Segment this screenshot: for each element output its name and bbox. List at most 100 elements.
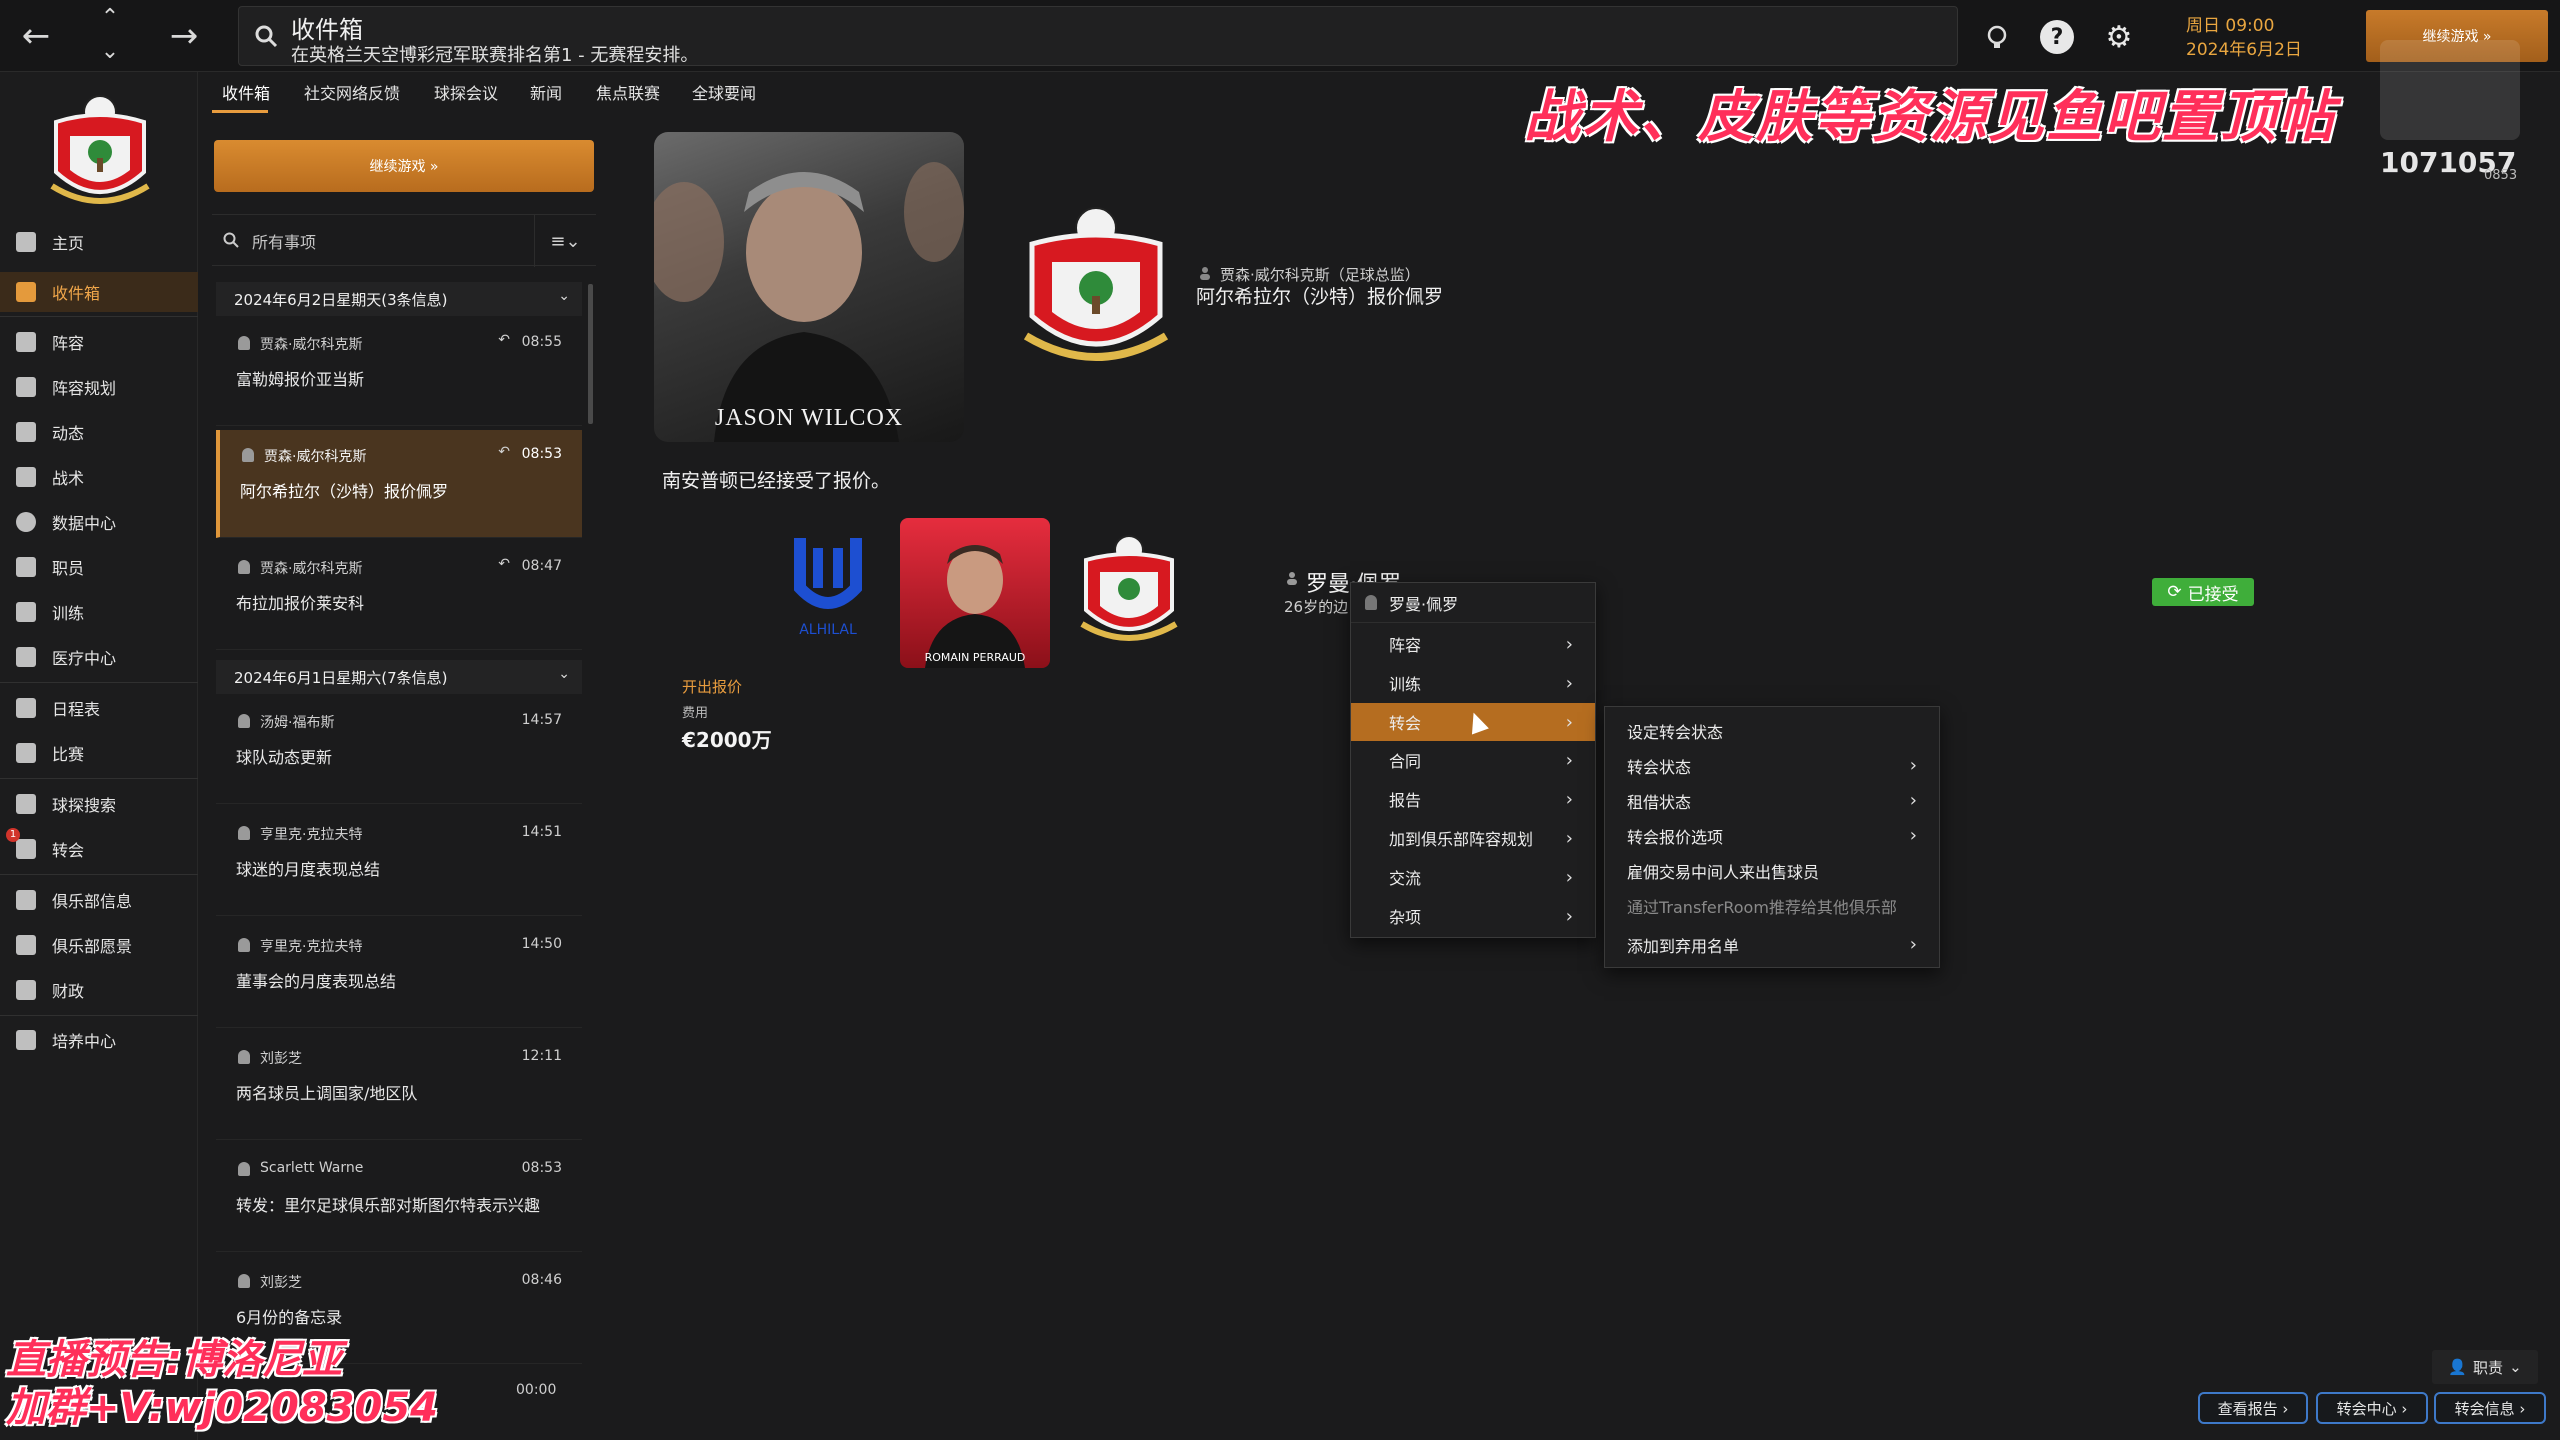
message-item[interactable]: 贾森·威尔科克斯 ↶ 08:47 布拉加报价莱安科 — [216, 542, 582, 650]
message-item[interactable]: 亨里克·克拉夫特 14:50 董事会的月度表现总结 — [216, 920, 582, 1028]
transfer-info-button[interactable]: 转会信息 › — [2434, 1392, 2546, 1424]
search-icon — [223, 232, 239, 248]
sidebar-item-development[interactable]: 培养中心 — [0, 1020, 198, 1060]
chevron-right-icon: › — [1565, 711, 1573, 733]
message-item[interactable]: 贾森·威尔科克斯 ↶ 08:55 富勒姆报价亚当斯 — [216, 318, 582, 426]
message-subject: 董事会的月度表现总结 — [236, 972, 397, 991]
sidebar-item-training[interactable]: 训练 — [0, 592, 198, 632]
inbox-filter[interactable]: 所有事项 ≡⌄ — [212, 214, 596, 267]
chevron-right-icon: › — [1565, 749, 1573, 771]
sidebar-item-label: 转会 — [52, 841, 85, 860]
continue-button[interactable]: 继续游戏 » — [214, 140, 594, 192]
sidebar-item-label: 财政 — [52, 982, 85, 1001]
sidebar-item-club-info[interactable]: 俱乐部信息 — [0, 880, 198, 920]
inbox-scrollbar[interactable] — [588, 284, 593, 424]
sidebar-item-label: 战术 — [52, 469, 85, 488]
message-item[interactable]: 刘彭芝 12:11 两名球员上调国家/地区队 — [216, 1032, 582, 1140]
menu-item-add-to-squad-plan[interactable]: 加到俱乐部阵容规划 › — [1351, 819, 1595, 857]
sidebar-item-inbox[interactable]: 收件箱 — [0, 272, 198, 312]
shirt-icon — [16, 332, 36, 352]
message-item[interactable]: Scarlett Warne 08:53 转发：里尔足球俱乐部对斯图尔特表示兴趣 — [216, 1144, 582, 1252]
sidebar-item-label: 日程表 — [52, 700, 101, 719]
filter-label: 所有事项 — [252, 233, 317, 252]
back-arrow-icon[interactable]: ← — [8, 8, 64, 64]
menu-item-report[interactable]: 报告 › — [1351, 780, 1595, 818]
menu-item-squad[interactable]: 阵容 › — [1351, 625, 1595, 663]
stream-overlay-text: 直播预告:博洛尼亚 加群+V:wj02083054 — [6, 1336, 566, 1432]
status-badge: ⟳ 已接受 — [2152, 578, 2254, 606]
submenu-item-label: 租借状态 — [1627, 792, 1692, 812]
menu-item-misc[interactable]: 杂项 › — [1351, 897, 1595, 935]
message-sender: 刘彭芝 — [260, 1275, 302, 1291]
forward-arrow-icon[interactable]: → — [156, 8, 212, 64]
fee-label: 费用 — [682, 706, 709, 721]
search-bar[interactable]: 收件箱 在英格兰天空博彩冠军联赛排名第1 - 无赛程安排。 — [238, 6, 1958, 66]
sidebar-item-tactics[interactable]: 战术 — [0, 457, 198, 497]
gear-icon[interactable]: ⚙ — [2102, 20, 2136, 55]
sidebar-item-squad[interactable]: 阵容 — [0, 322, 198, 362]
message-item-selected[interactable]: 贾森·威尔科克斯 ↶ 08:53 阿尔希拉尔（沙特）报价佩罗 — [216, 430, 582, 538]
menu-item-label: 阵容 — [1389, 636, 1422, 655]
sidebar-item-schedule[interactable]: 日程表 — [0, 688, 198, 728]
tab-social-feedback[interactable]: 社交网络反馈 — [304, 80, 400, 104]
sidebar-item-scouting[interactable]: 球探搜索 — [0, 784, 198, 824]
tab-inbox[interactable]: 收件箱 — [222, 80, 270, 104]
up-arrow-icon[interactable]: ⌃ — [82, 2, 138, 32]
active-tab-underline — [212, 110, 268, 113]
help-icon[interactable]: ? — [2040, 20, 2074, 54]
chevron-right-icon: › — [1565, 633, 1573, 655]
submenu-transfer-offer-options[interactable]: 转会报价选项 › — [1605, 818, 1939, 853]
message-sender: Scarlett Warne — [260, 1160, 364, 1176]
submenu-hire-agent[interactable]: 雇佣交易中间人来出售球员 — [1605, 853, 1939, 888]
sidebar-item-competitions[interactable]: 比赛 — [0, 733, 198, 773]
home-icon — [16, 232, 36, 252]
sidebar-item-staff[interactable]: 职员 — [0, 547, 198, 587]
partial-message-time: 00:00 — [516, 1382, 557, 1398]
submenu-set-transfer-status[interactable]: 设定转会状态 — [1605, 713, 1939, 748]
message-time: 08:53 — [521, 1160, 562, 1176]
social-icon[interactable] — [1980, 20, 2014, 54]
sidebar-item-squad-planner[interactable]: 阵容规划 — [0, 367, 198, 407]
sidebar-item-club-vision[interactable]: 俱乐部愿景 — [0, 925, 198, 965]
message-item[interactable]: 亨里克·克拉夫特 14:51 球迷的月度表现总结 — [216, 808, 582, 916]
transfer-centre-button[interactable]: 转会中心 › — [2316, 1392, 2428, 1424]
menu-item-training[interactable]: 训练 › — [1351, 664, 1595, 702]
sidebar-item-home[interactable]: 主页 — [0, 222, 198, 262]
sidebar-item-data-hub[interactable]: 数据中心 — [0, 502, 198, 542]
sidebar-item-label: 阵容 — [52, 334, 85, 353]
role-dropdown[interactable]: 👤 职责 ⌄ — [2432, 1350, 2538, 1384]
sidebar-item-transfers[interactable]: 转会 — [0, 829, 198, 869]
message-subject: 富勒姆报价亚当斯 — [236, 370, 365, 389]
tab-focus-leagues[interactable]: 焦点联赛 — [596, 80, 660, 104]
sidebar-item-dynamics[interactable]: 动态 — [0, 412, 198, 452]
submenu-loan-status[interactable]: 租借状态 › — [1605, 783, 1939, 818]
message-sender: 贾森·威尔科克斯 — [260, 561, 363, 577]
mail-subject: 阿尔希拉尔（沙特）报价佩罗 — [1196, 286, 1444, 308]
tab-world-news[interactable]: 全球要闻 — [692, 80, 756, 104]
sidebar-item-finances[interactable]: 财政 — [0, 970, 198, 1010]
menu-item-interaction[interactable]: 交流 › — [1351, 858, 1595, 896]
submenu-add-to-release-list[interactable]: 添加到弃用名单 › — [1605, 927, 1939, 962]
menu-item-contract[interactable]: 合同 › — [1351, 741, 1595, 779]
reply-icon: ↶ — [498, 332, 510, 348]
search-icon — [16, 794, 36, 814]
view-report-button[interactable]: 查看报告 › — [2198, 1392, 2308, 1424]
chevron-right-icon: › — [1565, 788, 1573, 810]
status-badge-label: 已接受 — [2187, 584, 2239, 605]
player-photo[interactable]: ROMAIN PERRAUD — [900, 518, 1050, 668]
group-header[interactable]: 2024年6月2日星期天(3条信息) ⌄ — [216, 282, 582, 316]
tab-news[interactable]: 新闻 — [530, 80, 562, 104]
person-icon — [238, 938, 250, 952]
sidebar-item-medical[interactable]: 医疗中心 — [0, 637, 198, 677]
sidebar-item-label: 培养中心 — [52, 1032, 117, 1051]
submenu-transfer-status[interactable]: 转会状态 › — [1605, 748, 1939, 783]
game-date: 周日 09:00 2024年6月2日 — [2186, 14, 2302, 62]
sidebar-item-label: 职员 — [52, 559, 85, 578]
tab-scouting-meeting[interactable]: 球探会议 — [434, 80, 498, 104]
message-item[interactable]: 汤姆·福布斯 14:57 球队动态更新 — [216, 696, 582, 804]
game-full-date: 2024年6月2日 — [2186, 40, 2302, 60]
down-arrow-icon[interactable]: ⌄ — [82, 36, 138, 66]
chevron-right-icon: › — [1565, 672, 1573, 694]
sort-menu-button[interactable]: ≡⌄ — [534, 215, 596, 267]
group-header[interactable]: 2024年6月1日星期六(7条信息) ⌄ — [216, 660, 582, 694]
